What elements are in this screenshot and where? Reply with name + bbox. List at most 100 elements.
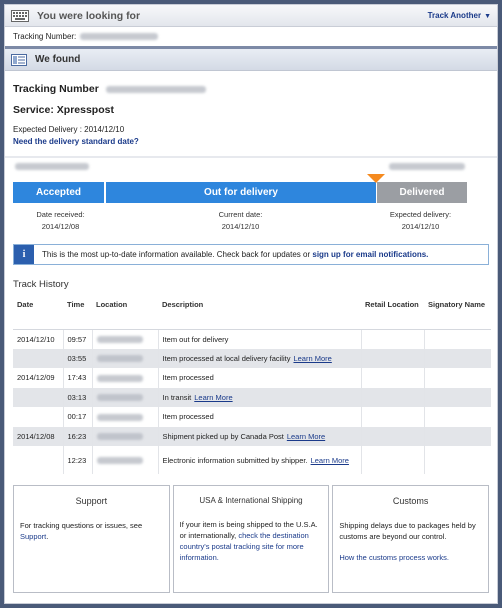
redacted-location [96,413,143,421]
table-row: 03:55 Item processed at local delivery fa… [13,348,491,368]
description-text: Item processed at local delivery facilit… [162,353,291,363]
cell-location [92,368,159,388]
redacted-location [96,336,143,344]
looking-for-title: You were looking for [37,9,141,22]
learn-more-link[interactable]: Learn More [194,393,232,402]
cell-location [92,426,159,446]
current-position-marker-icon [367,174,385,183]
support-title: Support [75,496,108,506]
info-icon: i [14,245,34,264]
track-history-rows: 2014/12/10 09:57 Item out for delivery 03:5… [13,329,491,474]
notice-text: This is the most up-to-date information … [42,250,311,259]
cell-retail-location [361,368,425,388]
origin-destination-row [5,158,497,174]
found-tracking-number: Tracking Number [13,83,489,95]
cell-time: 03:13 [63,387,93,407]
cell-time: 00:17 [63,407,93,427]
cell-retail-location [361,329,425,349]
cell-signatory-name [424,446,491,474]
help-boxes: Support For tracking questions or issues… [13,485,490,593]
redacted-destination [389,163,465,170]
cell-time: 16:23 [63,426,93,446]
table-row: 03:13 In transit Learn More [13,387,491,407]
usa-international-title: USA & International Shipping [199,496,303,505]
current-date-value: 2014/12/10 [221,222,260,231]
cell-retail-location [361,348,425,368]
table-row: 12:23 Electronic information submitted by… [13,446,491,474]
document-list-icon [11,53,27,66]
customs-text: Shipping delays due to packages held by … [339,521,476,541]
redacted-location [96,394,143,402]
redacted-tracking-number [80,33,159,40]
we-found-title: We found [35,54,81,65]
cell-location [92,387,159,407]
cell-signatory-name [424,368,491,388]
col-header-time: Time [63,296,92,330]
cell-retail-location [361,426,425,446]
info-notice: i This is the most up-to-date informatio… [13,244,489,265]
tracking-results-page: You were looking for Track Another ▼ Trac… [4,4,498,604]
tracking-number-label: Tracking Number: [13,32,77,41]
cell-date [13,387,64,407]
expected-delivery: Expected Delivery : 2014/12/10 [13,125,489,134]
track-history-table: Date Time Location Description Retail Lo… [13,296,491,474]
support-box: Support For tracking questions or issues… [13,485,170,593]
cell-signatory-name [424,426,491,446]
table-row: 2014/12/08 16:23 Shipment picked up by Can… [13,426,491,446]
cell-description: Item out for delivery [158,329,362,349]
delivery-progress-bar: Accepted Out for delivery Delivered [13,174,489,204]
cell-date: 2014/12/08 [13,426,64,446]
expected-delivery-value: 2014/12/10 [84,125,125,134]
customs-process-link[interactable]: How the customs process works. [339,553,449,562]
usa-international-body: If your item is being shipped to the U.S… [180,519,323,563]
cell-location [92,407,159,427]
redacted-location [96,433,143,441]
date-received-value: 2014/12/08 [41,222,80,231]
usa-international-box: USA & International Shipping If your ite… [172,485,330,593]
description-text: In transit [162,392,192,402]
cell-date: 2014/12/09 [13,368,64,388]
col-header-description: Description [158,296,361,330]
learn-more-link[interactable]: Learn More [311,456,349,465]
cell-date: 2014/12/10 [13,329,64,349]
track-history-title: Track History [13,279,69,290]
cell-description: Item processed at local delivery facilit… [158,348,362,368]
description-text: Shipment picked up by Canada Post [162,431,284,441]
chevron-down-icon: ▼ [484,13,491,20]
expected-delivery-date-value: 2014/12/10 [401,222,440,231]
progress-step-accepted: Accepted [13,182,104,203]
learn-more-link[interactable]: Learn More [293,354,331,363]
redacted-found-number [105,85,206,93]
cell-description: Item processed [158,368,362,388]
progress-step-out-for-delivery: Out for delivery [106,182,376,203]
col-header-signatory-name: Signatory Name [424,296,491,330]
support-link[interactable]: Support [20,532,46,541]
cell-description: In transit Learn More [158,387,362,407]
found-tracking-label: Tracking Number [13,83,99,95]
table-header-row: Date Time Location Description Retail Lo… [13,296,491,330]
redacted-location [96,457,143,465]
track-another-link[interactable]: Track Another ▼ [428,11,491,20]
learn-more-link[interactable]: Learn More [287,432,325,441]
progress-step-delivered: Delivered [377,182,467,203]
table-row: 2014/12/09 17:43 Item processed [13,368,491,388]
cell-signatory-name [424,348,491,368]
date-received-label: Date received: [36,210,85,219]
col-header-location: Location [92,296,158,330]
cell-location [92,446,159,474]
customs-box: Customs Shipping delays due to packages … [332,485,490,593]
email-notifications-link[interactable]: sign up for email notifications. [312,250,428,259]
cell-retail-location [361,446,425,474]
table-row: 2014/12/10 09:57 Item out for delivery [13,329,491,349]
progress-dates: Date received: 2014/12/08 Current date: … [13,210,489,231]
support-body: For tracking questions or issues, see Su… [20,521,143,541]
cell-signatory-name [424,387,491,407]
cell-description: Electronic information submitted by ship… [158,446,362,474]
delivery-standard-link[interactable]: Need the delivery standard date? [13,137,489,146]
col-header-retail-location: Retail Location [361,296,424,330]
redacted-location [96,374,143,382]
cell-signatory-name [424,407,491,427]
support-text: For tracking questions or issues, see [20,521,143,530]
cell-location [92,348,159,368]
current-date-label: Current date: [218,210,263,219]
